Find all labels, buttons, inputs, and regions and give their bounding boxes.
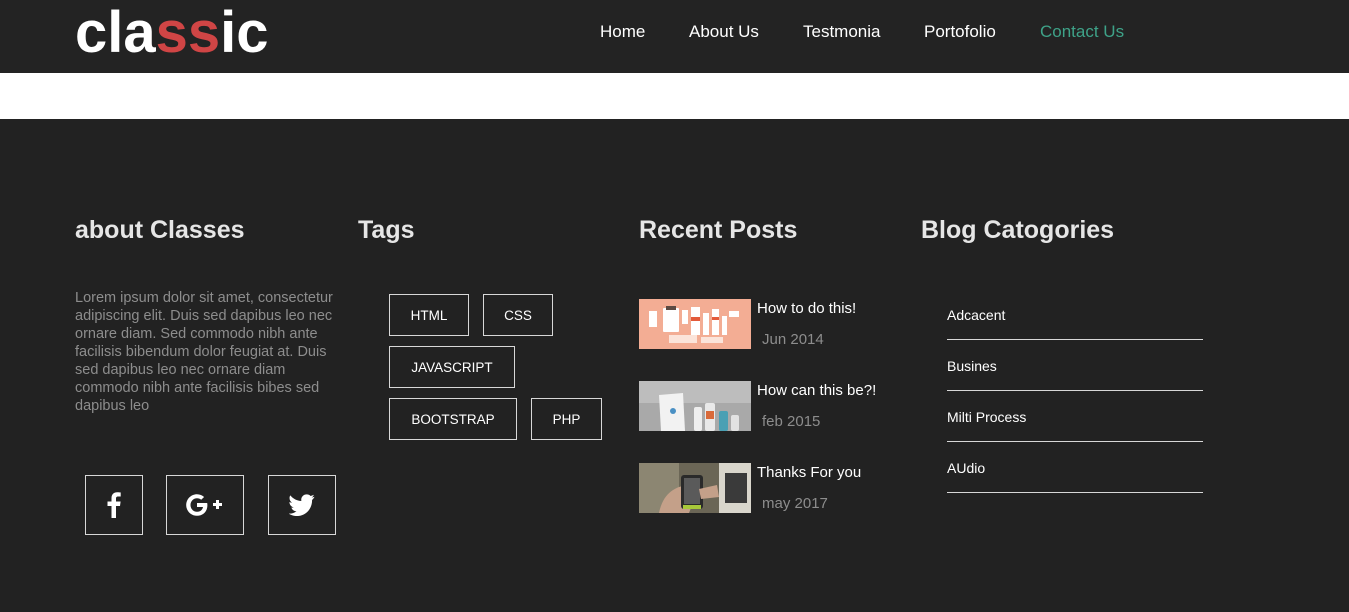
logo-suffix: ic (220, 0, 269, 65)
category-item-audio[interactable]: AUdio (947, 442, 1203, 493)
post-thumbnail-image (639, 299, 751, 349)
tag-css[interactable]: CSS (483, 294, 553, 336)
category-label: Milti Process (947, 409, 1027, 425)
nav-link-home[interactable]: Home (600, 22, 645, 42)
post-thumbnail[interactable] (639, 299, 751, 349)
nav-link-portofolio[interactable]: Portofolio (924, 22, 996, 42)
logo[interactable]: classic (75, 2, 269, 64)
post-title[interactable]: How to do this! (757, 300, 856, 318)
post-date: may 2017 (762, 495, 828, 512)
twitter-icon (289, 494, 315, 516)
tag-html[interactable]: HTML (389, 294, 469, 336)
about-text: Lorem ipsum dolor sit amet, consectetur … (75, 290, 333, 414)
about-heading: about Classes (75, 216, 245, 244)
tag-php[interactable]: PHP (531, 398, 602, 440)
nav-link-contact-us[interactable]: Contact Us (1040, 22, 1124, 42)
category-label: Busines (947, 358, 997, 374)
logo-accent: ss (155, 0, 221, 65)
post-date: Jun 2014 (762, 331, 824, 348)
category-label: Adcacent (947, 307, 1006, 323)
white-banner-strip (0, 73, 1349, 119)
post-title[interactable]: Thanks For you (757, 464, 861, 482)
post-thumbnail-image (639, 463, 751, 513)
google-plus-button[interactable] (166, 475, 244, 535)
logo-prefix: cla (75, 0, 156, 65)
facebook-button[interactable] (85, 475, 143, 535)
facebook-icon (107, 492, 121, 518)
top-navbar: classic Home About Us Testmonia Portofol… (0, 0, 1349, 73)
nav-link-testmonia[interactable]: Testmonia (803, 22, 880, 42)
post-title[interactable]: How can this be?! (757, 382, 876, 400)
post-thumbnail[interactable] (639, 381, 751, 431)
category-item-milti-process[interactable]: Milti Process (947, 391, 1203, 442)
category-item-busines[interactable]: Busines (947, 340, 1203, 391)
category-item-adcacent[interactable]: Adcacent (947, 289, 1203, 340)
tag-javascript[interactable]: JAVASCRIPT (389, 346, 515, 388)
nav-link-about-us[interactable]: About Us (689, 22, 759, 42)
google-plus-icon (186, 494, 222, 516)
tag-bootstrap[interactable]: BOOTSTRAP (389, 398, 517, 440)
footer: about Classes Lorem ipsum dolor sit amet… (0, 119, 1349, 612)
post-date: feb 2015 (762, 413, 821, 430)
twitter-button[interactable] (268, 475, 336, 535)
recent-posts-heading: Recent Posts (639, 216, 798, 244)
tags-heading: Tags (358, 216, 415, 244)
category-label: AUdio (947, 460, 986, 476)
post-thumbnail[interactable] (639, 463, 751, 513)
post-thumbnail-image (639, 381, 751, 431)
blog-categories-heading: Blog Catogories (921, 216, 1115, 244)
